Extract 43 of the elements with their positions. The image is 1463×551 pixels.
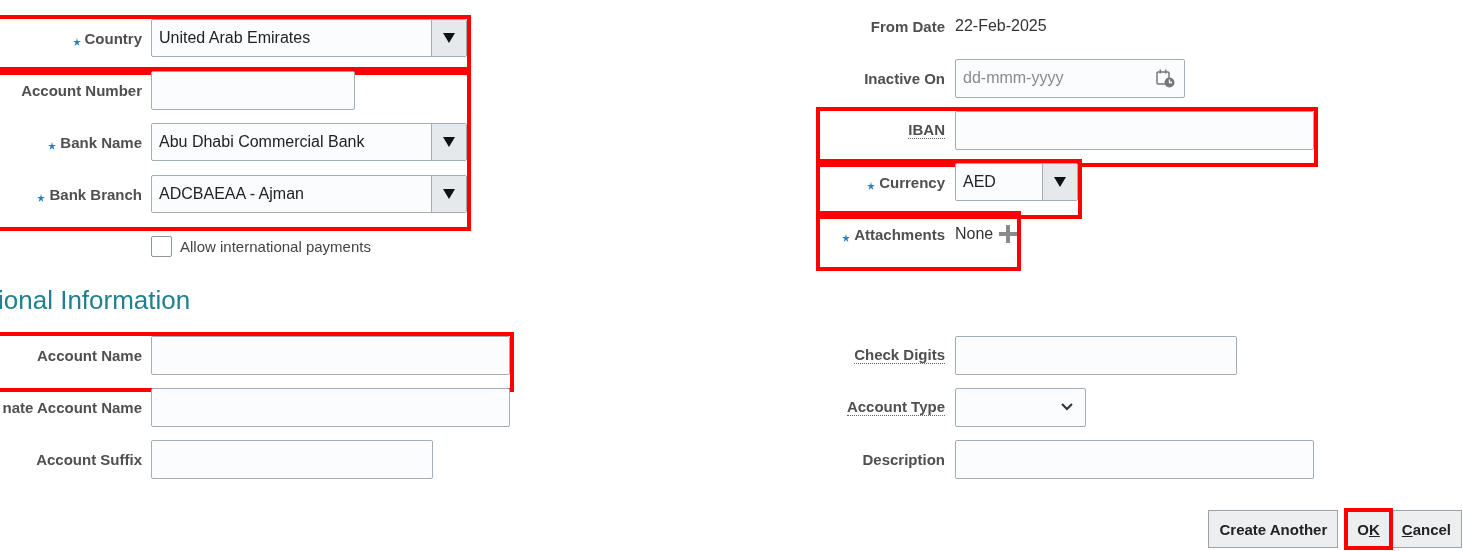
- field-label: Inactive On: [864, 69, 945, 87]
- text-field[interactable]: [955, 439, 1314, 479]
- select-field[interactable]: AED: [955, 163, 1078, 201]
- plus-icon[interactable]: [999, 225, 1018, 243]
- field-label: Bank Branch: [49, 185, 142, 203]
- dropdown-arrow-icon: [1054, 177, 1066, 187]
- text-field[interactable]: [151, 439, 433, 479]
- action-button[interactable]: Create Another: [1208, 510, 1339, 548]
- checkbox-label: Allow international payments: [180, 237, 371, 255]
- field-label: From Date: [870, 17, 945, 35]
- action-button[interactable]: OK: [1346, 510, 1391, 548]
- dropdown-arrow-icon: [443, 33, 455, 43]
- field-label: Account Type: [846, 398, 945, 416]
- field-label: IBAN: [908, 121, 945, 139]
- text-field[interactable]: [955, 335, 1237, 375]
- checkbox[interactable]: [151, 235, 172, 257]
- field-label: Bank Name: [60, 133, 142, 151]
- field-label: Currency: [879, 173, 945, 191]
- text-field[interactable]: [955, 110, 1314, 150]
- calendar-icon[interactable]: [1155, 67, 1175, 88]
- field-value: None: [955, 225, 994, 243]
- field-label: Country: [84, 29, 142, 47]
- field-label: Account Suffix: [36, 450, 142, 468]
- field-label: Account Name: [36, 346, 142, 364]
- section-heading: ional Information: [0, 284, 192, 317]
- field-label: Description: [862, 450, 945, 468]
- dropdown-field[interactable]: [955, 387, 1086, 427]
- select-field[interactable]: Abu Dhabi Commercial Bank: [151, 123, 467, 161]
- text-field[interactable]: [151, 387, 510, 427]
- action-button[interactable]: Cancel: [1390, 510, 1462, 548]
- field-label: nate Account Name: [2, 398, 142, 416]
- dropdown-arrow-icon: [443, 137, 455, 147]
- text-field[interactable]: [151, 70, 355, 110]
- field-label: Attachments: [854, 225, 945, 243]
- chevron-down-icon: [1061, 403, 1073, 411]
- dropdown-arrow-icon: [443, 189, 455, 199]
- text-field[interactable]: [151, 335, 510, 375]
- select-field[interactable]: United Arab Emirates: [151, 19, 467, 57]
- select-field[interactable]: ADCBAEAA - Ajman: [151, 175, 467, 213]
- date-field[interactable]: dd-mmm-yyyy: [955, 58, 1185, 98]
- field-label: Account Number: [21, 81, 142, 99]
- field-value: 22-Feb-2025: [955, 17, 1047, 35]
- field-label: Check Digits: [854, 346, 945, 364]
